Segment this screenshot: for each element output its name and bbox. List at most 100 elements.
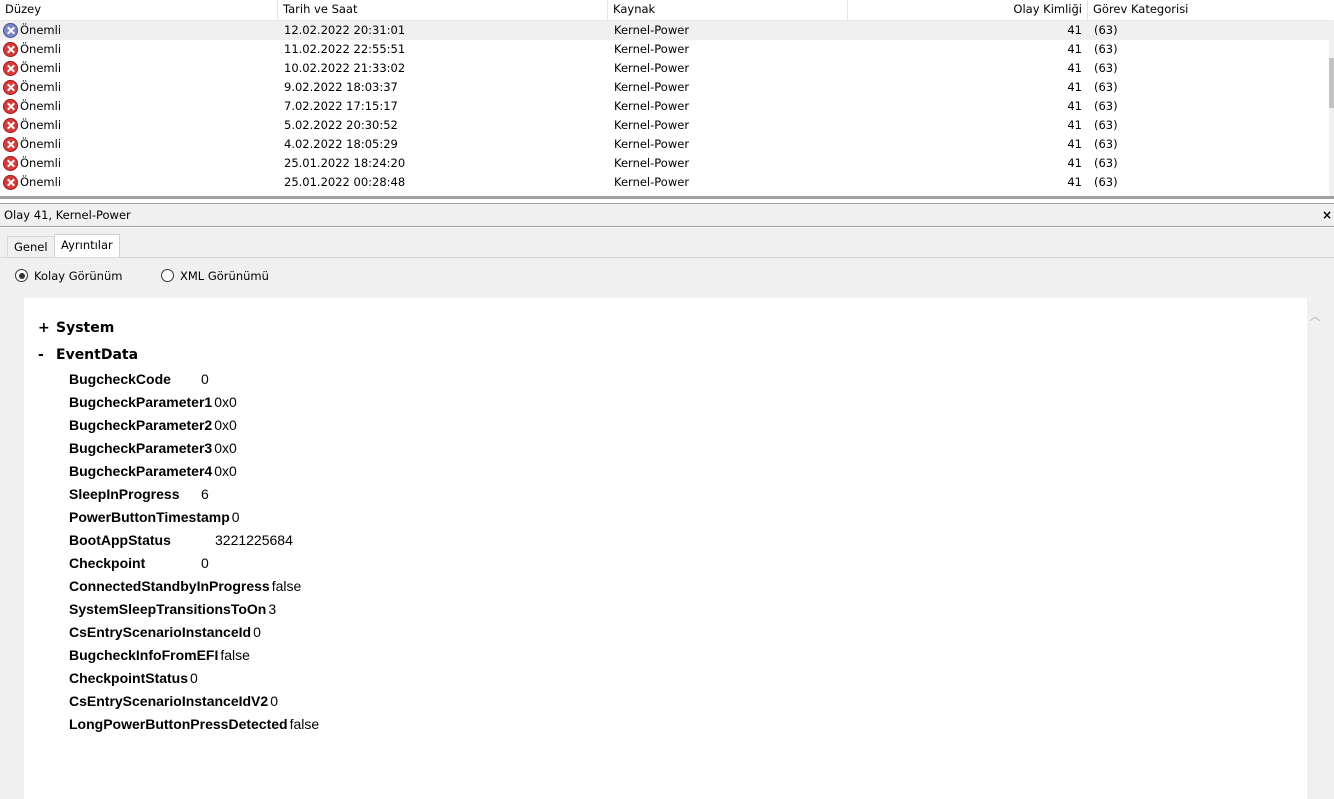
event-viewer: Düzey Tarih ve Saat Kaynak Olay Kimliği … xyxy=(0,0,1334,799)
error-icon xyxy=(3,80,18,95)
eventdata-value: false xyxy=(271,578,302,594)
cell-event-id: 41 xyxy=(1067,156,1082,170)
radio-friendly-view-label: Kolay Görünüm xyxy=(34,269,123,283)
eventdata-value: 0 xyxy=(231,509,240,525)
eventdata-value: 0x0 xyxy=(214,394,237,410)
eventdata-value: 0x0 xyxy=(214,440,237,456)
column-header-level[interactable]: Düzey xyxy=(0,0,278,20)
list-scrollbar[interactable] xyxy=(1329,20,1334,198)
scroll-up-icon[interactable]: ︿ xyxy=(1309,311,1321,322)
eventdata-item: BugcheckParameter2 0x0 xyxy=(69,415,237,435)
table-row[interactable]: Önemli 5.02.2022 20:30:52 Kernel-Power 41 (6… xyxy=(0,116,1329,135)
cell-task-category: (63) xyxy=(1094,23,1118,37)
eventdata-item: ConnectedStandbyInProgress false xyxy=(69,576,301,596)
column-header-event-id[interactable]: Olay Kimliği xyxy=(848,0,1088,20)
cell-event-id: 41 xyxy=(1067,42,1082,56)
error-icon xyxy=(3,175,18,190)
column-header-source[interactable]: Kaynak xyxy=(608,0,848,20)
eventdata-key: CsEntryScenarioInstanceId xyxy=(69,624,252,640)
cell-datetime: 9.02.2022 18:03:37 xyxy=(284,80,398,94)
cell-source: Kernel-Power xyxy=(614,118,690,132)
table-row[interactable]: Önemli 25.01.2022 18:24:20 Kernel-Power 41 (… xyxy=(0,154,1329,173)
cell-level: Önemli xyxy=(20,137,62,151)
cell-task-category: (63) xyxy=(1094,61,1118,75)
eventdata-key: BugcheckParameter3 xyxy=(69,440,213,456)
section-system-label: System xyxy=(56,320,115,336)
eventdata-item: SystemSleepTransitionsToOn 3 xyxy=(69,599,276,619)
table-row[interactable]: Önemli 10.02.2022 21:33:02 Kernel-Power 41 (… xyxy=(0,59,1329,78)
friendly-view-pane: ︿ + System - EventData BugcheckCode 0 Bugche… xyxy=(24,298,1321,799)
eventdata-key: SystemSleepTransitionsToOn xyxy=(69,601,267,617)
eventdata-value: 0 xyxy=(190,670,198,686)
cell-event-id: 41 xyxy=(1067,23,1082,37)
cell-level: Önemli xyxy=(20,42,62,56)
event-rows: Önemli 12.02.2022 20:31:01 Kernel-Power 41 (… xyxy=(0,21,1329,192)
eventdata-key: LongPowerButtonPressDetected xyxy=(69,716,288,732)
tab-strip: Genel Ayrıntılar xyxy=(0,228,1334,258)
column-header-datetime[interactable]: Tarih ve Saat xyxy=(278,0,608,20)
cell-source: Kernel-Power xyxy=(614,42,690,56)
cell-event-id: 41 xyxy=(1067,99,1082,113)
eventdata-key: Checkpoint xyxy=(69,555,146,571)
eventdata-value: 0x0 xyxy=(214,417,237,433)
eventdata-value: 0 xyxy=(201,555,209,571)
cell-level: Önemli xyxy=(20,23,62,37)
cell-level: Önemli xyxy=(20,80,62,94)
eventdata-key: BugcheckParameter4 xyxy=(69,463,213,479)
eventdata-key: BootAppStatus xyxy=(69,532,171,548)
eventdata-value: 0 xyxy=(253,624,261,640)
cell-datetime: 11.02.2022 22:55:51 xyxy=(284,42,406,56)
table-row[interactable]: Önemli 25.01.2022 00:28:48 Kernel-Power 41 (… xyxy=(0,173,1329,192)
error-icon xyxy=(3,61,18,76)
table-row[interactable]: Önemli 12.02.2022 20:31:01 Kernel-Power 41 (… xyxy=(0,21,1329,40)
table-row[interactable]: Önemli 9.02.2022 18:03:37 Kernel-Power 41 (6… xyxy=(0,78,1329,97)
radio-friendly-view-indicator[interactable] xyxy=(15,269,28,282)
cell-datetime: 12.02.2022 20:31:01 xyxy=(284,23,406,37)
eventdata-item: BugcheckInfoFromEFI false xyxy=(69,645,250,665)
eventdata-item: CsEntryScenarioInstanceIdV2 0 xyxy=(69,691,278,711)
collapse-icon[interactable]: - xyxy=(38,346,56,364)
table-row[interactable]: Önemli 4.02.2022 18:05:29 Kernel-Power 41 (6… xyxy=(0,135,1329,154)
eventdata-value: 0 xyxy=(201,371,209,387)
cell-source: Kernel-Power xyxy=(614,156,690,170)
column-header-task-category[interactable]: Görev Kategorisi xyxy=(1088,0,1334,20)
section-eventdata[interactable]: - EventData xyxy=(38,346,138,364)
cell-source: Kernel-Power xyxy=(614,61,690,75)
section-system[interactable]: + System xyxy=(38,319,114,337)
tab-details[interactable]: Ayrıntılar xyxy=(54,234,120,257)
eventdata-key: ConnectedStandbyInProgress xyxy=(69,578,270,594)
pane-splitter[interactable] xyxy=(0,196,1334,199)
table-row[interactable]: Önemli 11.02.2022 22:55:51 Kernel-Power 41 (… xyxy=(0,40,1329,59)
table-row[interactable]: Önemli 7.02.2022 17:15:17 Kernel-Power 41 (6… xyxy=(0,97,1329,116)
cell-level: Önemli xyxy=(20,61,62,75)
list-header: Düzey Tarih ve Saat Kaynak Olay Kimliği … xyxy=(0,0,1334,21)
detail-title: Olay 41, Kernel-Power xyxy=(4,208,131,222)
cell-level: Önemli xyxy=(20,175,62,189)
eventdata-item: BugcheckCode 0 xyxy=(69,369,209,389)
cell-event-id: 41 xyxy=(1067,137,1082,151)
cell-level: Önemli xyxy=(20,99,62,113)
cell-event-id: 41 xyxy=(1067,175,1082,189)
cell-datetime: 25.01.2022 18:24:20 xyxy=(284,156,406,170)
cell-event-id: 41 xyxy=(1067,61,1082,75)
eventdata-value: 0 xyxy=(270,693,278,709)
close-detail-button[interactable]: × xyxy=(1322,204,1332,226)
eventdata-item: LongPowerButtonPressDetected false xyxy=(69,714,319,734)
details-tab-panel: Kolay Görünüm XML Görünümü ︿ + System - Ev… xyxy=(0,257,1334,799)
cell-task-category: (63) xyxy=(1094,118,1118,132)
tab-general[interactable]: Genel xyxy=(7,236,55,257)
eventdata-key: PowerButtonTimestamp xyxy=(69,509,230,525)
cell-task-category: (63) xyxy=(1094,137,1118,151)
eventdata-item: CsEntryScenarioInstanceId 0 xyxy=(69,622,261,642)
section-eventdata-label: EventData xyxy=(56,347,139,363)
eventdata-item: BugcheckParameter4 0x0 xyxy=(69,461,237,481)
radio-xml-view-indicator[interactable] xyxy=(161,269,174,282)
eventdata-item: Checkpoint 0 xyxy=(69,553,209,573)
eventdata-value: 0x0 xyxy=(214,463,237,479)
detail-title-bar: Olay 41, Kernel-Power × xyxy=(0,203,1334,227)
eventdata-item: CheckpointStatus 0 xyxy=(69,668,198,688)
expand-icon[interactable]: + xyxy=(38,319,56,337)
cell-datetime: 4.02.2022 18:05:29 xyxy=(284,137,398,151)
eventdata-value: false xyxy=(289,716,320,732)
list-scrollbar-thumb[interactable] xyxy=(1329,58,1334,108)
